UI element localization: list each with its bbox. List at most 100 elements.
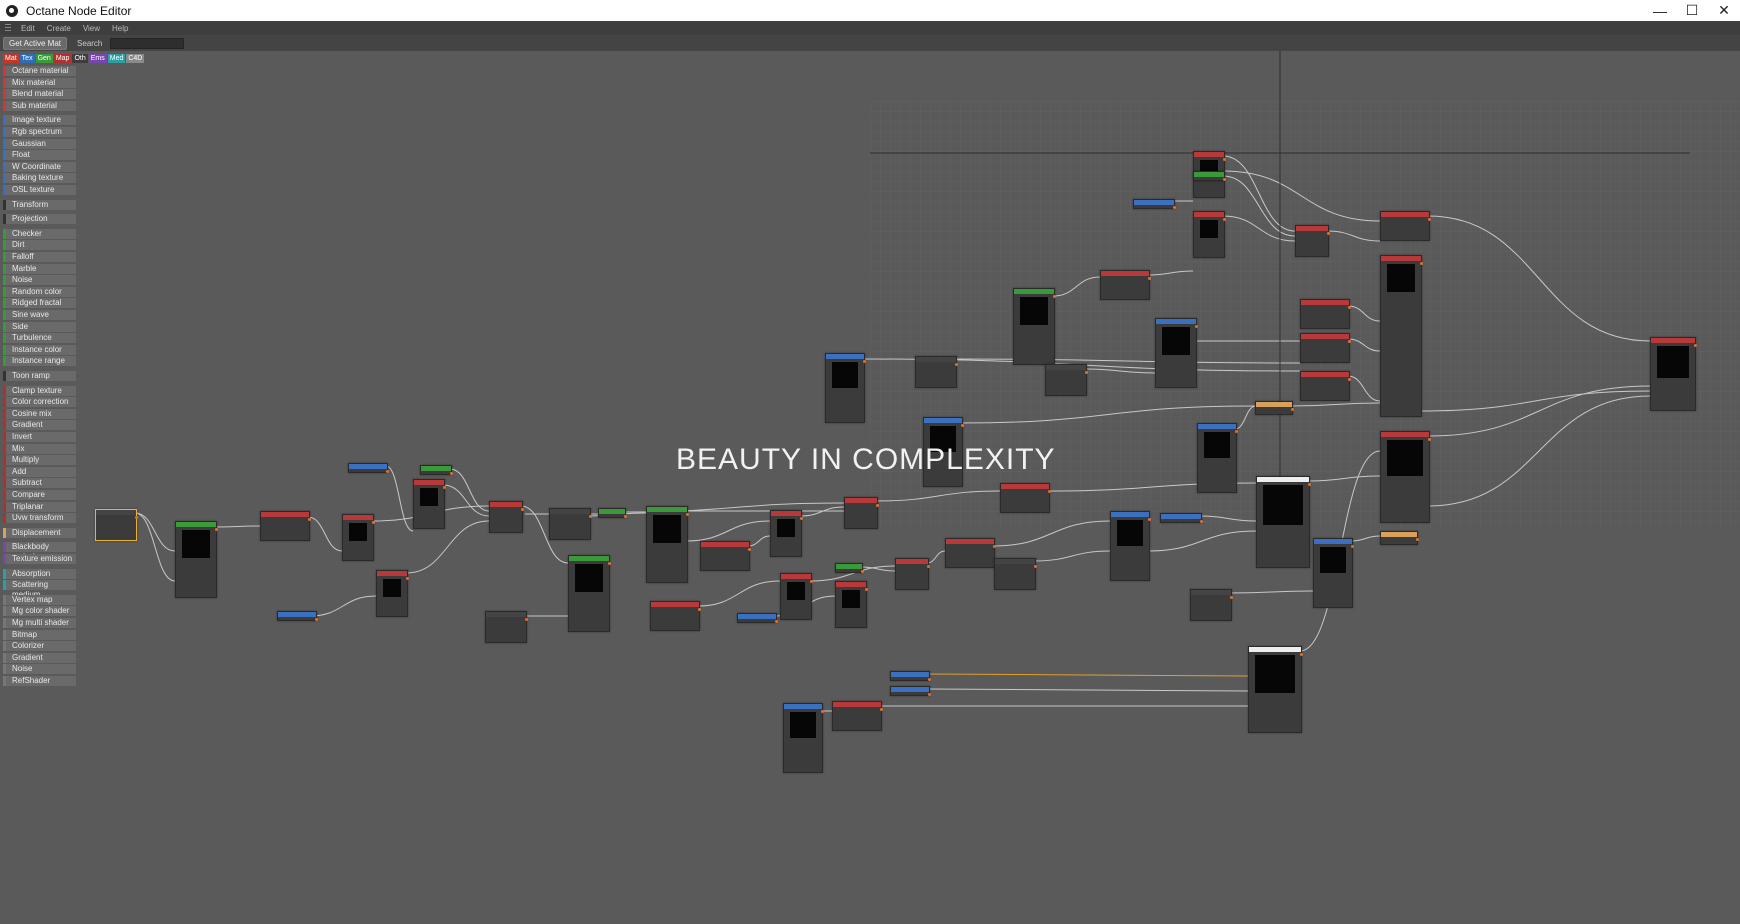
node-header[interactable] — [421, 466, 451, 471]
output-port[interactable] — [1291, 408, 1294, 411]
graph-node[interactable] — [260, 511, 311, 541]
graph-node[interactable] — [1100, 270, 1151, 300]
graph-node[interactable] — [1248, 646, 1303, 733]
graph-node[interactable] — [737, 613, 778, 623]
palette-item-colorizer[interactable]: Colorizer — [3, 641, 76, 652]
node-header[interactable] — [836, 564, 862, 569]
node-header[interactable] — [486, 612, 526, 617]
output-port[interactable] — [1148, 277, 1151, 280]
palette-item-blackbody-emission[interactable]: Blackbody emission — [3, 542, 76, 561]
node-header[interactable] — [924, 418, 962, 423]
palette-item-add[interactable]: Add — [3, 466, 76, 477]
output-port[interactable] — [1048, 490, 1051, 493]
output-port[interactable] — [308, 518, 311, 521]
output-port[interactable] — [821, 710, 824, 713]
palette-item-image-texture[interactable]: Image texture — [3, 115, 76, 126]
graph-node[interactable] — [1313, 538, 1354, 608]
node-header[interactable] — [845, 498, 877, 503]
output-port[interactable] — [1148, 518, 1151, 521]
output-port[interactable] — [993, 545, 996, 548]
palette-item-marble[interactable]: Marble — [3, 263, 76, 274]
node-header[interactable] — [490, 502, 522, 507]
output-port[interactable] — [927, 565, 930, 568]
palette-item-vertex-map[interactable]: Vertex map — [3, 594, 76, 605]
output-port[interactable] — [810, 580, 813, 583]
palette-item-side[interactable]: Side — [3, 321, 76, 332]
node-header[interactable] — [343, 515, 373, 520]
node-header[interactable] — [1301, 334, 1349, 339]
node-header[interactable] — [1249, 647, 1301, 652]
output-port[interactable] — [698, 608, 701, 611]
graph-node[interactable] — [376, 570, 409, 617]
graph-node[interactable] — [1380, 255, 1423, 417]
output-port[interactable] — [1053, 295, 1056, 298]
output-port[interactable] — [1694, 344, 1697, 347]
node-header[interactable] — [176, 522, 216, 527]
graph-node[interactable] — [95, 509, 138, 541]
graph-node[interactable] — [1197, 423, 1238, 493]
output-port[interactable] — [135, 516, 138, 519]
graph-node[interactable] — [890, 671, 931, 681]
output-port[interactable] — [315, 618, 318, 621]
menu-edit[interactable]: Edit — [17, 24, 43, 33]
output-port[interactable] — [406, 577, 409, 580]
graph-node[interactable] — [835, 581, 868, 628]
palette-item-float[interactable]: Float — [3, 150, 76, 161]
output-port[interactable] — [775, 620, 778, 623]
node-header[interactable] — [1156, 319, 1196, 324]
output-port[interactable] — [372, 521, 375, 524]
node-header[interactable] — [1257, 477, 1309, 482]
graph-node[interactable] — [549, 508, 592, 540]
graph-node[interactable] — [1045, 364, 1088, 396]
graph-node[interactable] — [1650, 337, 1697, 411]
output-port[interactable] — [1173, 206, 1176, 209]
output-port[interactable] — [624, 515, 627, 518]
output-port[interactable] — [1235, 430, 1238, 433]
menu-view[interactable]: View — [79, 24, 108, 33]
close-button[interactable]: ✕ — [1708, 0, 1740, 21]
output-port[interactable] — [686, 513, 689, 516]
output-port[interactable] — [1416, 538, 1419, 541]
node-header[interactable] — [1191, 590, 1231, 595]
palette-item-blend-material[interactable]: Blend material — [3, 89, 76, 100]
palette-item-clamp-texture[interactable]: Clamp texture — [3, 385, 76, 396]
node-header[interactable] — [1296, 226, 1328, 231]
output-port[interactable] — [525, 618, 528, 621]
palette-item-random-color[interactable]: Random color — [3, 286, 76, 297]
graph-node[interactable] — [1193, 211, 1226, 258]
node-header[interactable] — [1651, 338, 1695, 343]
output-port[interactable] — [1195, 325, 1198, 328]
tab-map[interactable]: Map — [53, 54, 72, 63]
palette-item-sine-wave[interactable]: Sine wave — [3, 310, 76, 320]
node-header[interactable] — [1111, 512, 1149, 517]
palette-item-checker[interactable]: Checker — [3, 228, 76, 239]
palette-item-rgb-spectrum[interactable]: Rgb spectrum — [3, 127, 76, 137]
graph-node[interactable] — [770, 510, 803, 557]
node-header[interactable] — [946, 539, 994, 544]
palette-item-noise[interactable]: Noise — [3, 275, 76, 286]
output-port[interactable] — [928, 693, 931, 696]
output-port[interactable] — [1348, 378, 1351, 381]
node-canvas[interactable] — [80, 51, 1740, 924]
node-header[interactable] — [784, 704, 822, 709]
node-header[interactable] — [836, 582, 866, 587]
graph-node[interactable] — [568, 555, 611, 632]
palette-item-toon-ramp[interactable]: Toon ramp — [3, 371, 76, 381]
graph-node[interactable] — [485, 611, 528, 643]
output-port[interactable] — [386, 470, 389, 473]
output-port[interactable] — [1428, 218, 1431, 221]
palette-item-mix-material[interactable]: Mix material — [3, 77, 76, 88]
graph-node[interactable] — [1380, 531, 1419, 545]
output-port[interactable] — [863, 360, 866, 363]
maximize-button[interactable]: ☐ — [1676, 0, 1708, 21]
node-header[interactable] — [647, 507, 687, 512]
graph-node[interactable] — [1013, 288, 1056, 365]
node-header[interactable] — [995, 559, 1035, 564]
node-header[interactable] — [1046, 365, 1086, 370]
output-port[interactable] — [1223, 218, 1226, 221]
output-port[interactable] — [955, 363, 958, 366]
output-port[interactable] — [1223, 158, 1226, 161]
node-header[interactable] — [1161, 514, 1201, 519]
node-header[interactable] — [771, 511, 801, 516]
node-header[interactable] — [1194, 172, 1224, 177]
